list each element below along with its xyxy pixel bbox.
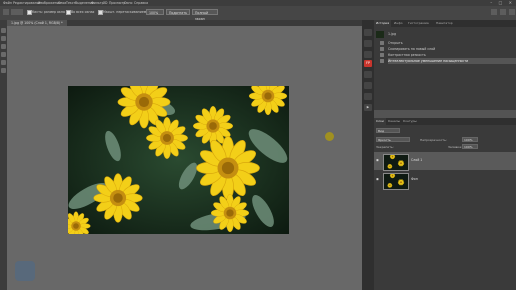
brush-tool-icon[interactable] <box>1 68 6 73</box>
zoom-tool-icon[interactable] <box>3 9 9 15</box>
fill-label: Заливка: <box>448 145 463 149</box>
eye-icon[interactable]: ◉ <box>376 177 381 181</box>
layer-thumbnail <box>383 154 409 171</box>
tab-info[interactable]: Инфо <box>392 20 405 27</box>
tab-history[interactable]: История <box>374 20 392 27</box>
history-snapshot-label[interactable]: 1.jpg <box>388 31 516 37</box>
history-panel-icon[interactable] <box>364 29 372 36</box>
layer-name[interactable]: Фон <box>411 177 418 181</box>
layer-name[interactable]: Слой 1 <box>411 158 422 162</box>
history-item-label: Контрастная резкость <box>388 53 426 57</box>
sunflowers-photo <box>68 86 289 234</box>
zoom-mode-icon[interactable] <box>11 9 23 15</box>
play-action-icon[interactable]: ▶ <box>364 104 372 111</box>
menu-window[interactable]: Окно <box>124 1 132 5</box>
panel-icon-strip: FP ▶ <box>362 20 374 290</box>
marquee-tool-icon[interactable] <box>1 36 6 41</box>
tab-paths[interactable]: Контуры <box>401 118 419 125</box>
opacity-label: Непрозрачность: <box>420 138 447 142</box>
history-item-label: Интеллектуальное уменьшение насыщенности <box>388 59 469 63</box>
tools-panel <box>0 20 7 290</box>
layer-thumb-image <box>387 155 405 169</box>
blend-mode-select[interactable]: Яркость <box>376 137 410 142</box>
all-windows-label: Во всех окнах <box>71 10 95 14</box>
scrubby-zoom-label: Масшт. перетаскиванием <box>103 10 147 14</box>
fill-input[interactable]: 100% <box>462 144 478 149</box>
layers-panel-tabs: Слои Каналы Контуры <box>374 118 516 125</box>
fit-screen-button[interactable]: Подогнать <box>166 9 190 15</box>
tab-histogram[interactable]: Гистограмма <box>406 20 431 27</box>
menu-3d[interactable]: 3D <box>103 1 107 5</box>
layer-filter-select[interactable]: Вид <box>376 128 400 133</box>
opacity-input[interactable]: 100% <box>462 137 478 142</box>
tab-channels[interactable]: Каналы <box>386 118 402 125</box>
share-icon[interactable] <box>509 9 515 15</box>
menu-help[interactable]: Справка <box>134 1 148 5</box>
history-step-icon <box>380 41 384 45</box>
zoom-value-box[interactable]: 100% <box>146 9 164 15</box>
watermark-logo <box>15 261 35 281</box>
history-step-icon <box>380 59 384 63</box>
eyedropper-tool-icon[interactable] <box>1 60 6 65</box>
crop-tool-icon[interactable] <box>1 52 6 57</box>
history-step-icon <box>380 53 384 57</box>
brand-fp-icon[interactable]: FP <box>364 60 372 67</box>
document-image[interactable] <box>68 86 289 234</box>
brush-settings-icon[interactable] <box>364 71 372 78</box>
character-panel-icon[interactable] <box>364 93 372 100</box>
history-step-icon <box>380 47 384 51</box>
eye-icon[interactable]: ◉ <box>376 158 381 162</box>
lasso-tool-icon[interactable] <box>1 44 6 49</box>
canvas-area[interactable] <box>7 26 362 290</box>
layer-thumb-image <box>387 174 405 188</box>
cursor-indicator <box>325 132 334 141</box>
properties-panel-icon[interactable] <box>364 40 372 47</box>
history-item-label: Скопировать на новый слой <box>388 47 436 51</box>
menu-file[interactable]: Файл <box>3 1 12 5</box>
tab-navigator[interactable]: Навигатор <box>434 20 455 27</box>
layer-row[interactable]: ◉ Фон <box>374 171 516 190</box>
layer-thumbnail <box>383 173 409 190</box>
move-tool-icon[interactable] <box>1 28 6 33</box>
options-bar: Кисть: размер окна Во всех окнах Масшт. … <box>0 6 516 21</box>
info-panel-icon[interactable] <box>364 51 372 58</box>
layers-panel: Слои Каналы Контуры Вид Яркость Непрозра… <box>374 118 516 290</box>
history-item-label: Открыть <box>388 41 403 45</box>
menu-view[interactable]: Просмотр <box>109 1 125 5</box>
history-panel-tabs: История Инфо Гистограмма Навигатор <box>374 20 516 27</box>
tab-layers[interactable]: Слои <box>374 118 386 125</box>
fill-screen-button[interactable]: Полный экран <box>192 9 218 21</box>
menu-edit[interactable]: Редактирование <box>13 1 41 5</box>
layer-row-selected[interactable]: ◉ Слой 1 <box>374 152 516 171</box>
menu-filter[interactable]: Фильтр <box>91 1 104 5</box>
sample-size-label: Кисть: размер окна <box>32 10 65 14</box>
paragraph-panel-icon[interactable] <box>364 82 372 89</box>
search-icon[interactable] <box>491 9 497 15</box>
workspace-icon[interactable] <box>500 9 506 15</box>
history-snapshot-thumb[interactable] <box>376 31 384 38</box>
history-item-selected[interactable]: Интеллектуальное уменьшение насыщенности <box>380 58 516 64</box>
lock-label: Закрепить: <box>376 145 394 149</box>
history-panel: История Инфо Гистограмма Навигатор 1.jpg… <box>374 20 516 110</box>
